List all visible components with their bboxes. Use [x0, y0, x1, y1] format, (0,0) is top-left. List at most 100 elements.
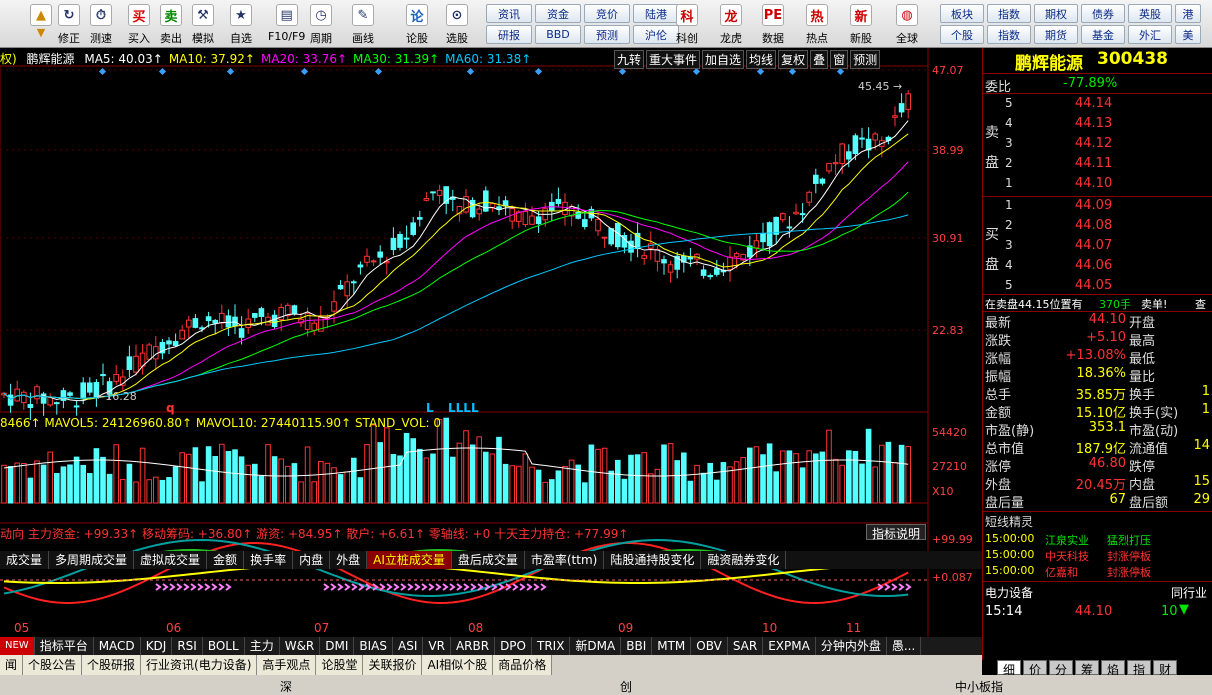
dragon-button[interactable]: 龙龙虎 — [720, 2, 742, 46]
same-industry-button[interactable]: 同行业 — [1171, 584, 1207, 601]
quick-1-0-button[interactable]: 研报 — [486, 25, 532, 44]
sim-button[interactable]: ⚒ 模拟 — [192, 2, 214, 46]
vol-tab-1[interactable]: 多周期成交量 — [49, 551, 135, 569]
quote-tab-6[interactable]: 财 — [1153, 660, 1177, 677]
market-0-2-button[interactable]: 期权 — [1034, 4, 1078, 23]
ind-tab-20[interactable]: EXPMA — [763, 637, 816, 655]
info-tab-6[interactable]: 关联报价 — [363, 655, 423, 675]
market-1-4-button[interactable]: 外汇 — [1128, 25, 1172, 44]
info-tab-5[interactable]: 论股堂 — [316, 655, 364, 675]
cycle-button[interactable]: ◷ 周期 — [310, 2, 332, 46]
quick-0-3-button[interactable]: 陆港 — [633, 4, 679, 23]
ind-tab-7[interactable]: W&R — [280, 637, 321, 655]
vol-tab-9[interactable]: 市盈率(ttm) — [525, 551, 605, 569]
ind-tab-8[interactable]: DMI — [320, 637, 355, 655]
vol-tab-5[interactable]: 内盘 — [293, 551, 331, 569]
quick-0-0-button[interactable]: 资讯 — [486, 4, 532, 23]
event-marker[interactable] — [158, 67, 167, 76]
quick-1-3-button[interactable]: 沪伦 — [633, 25, 679, 44]
ind-tab-4[interactable]: RSI — [172, 637, 203, 655]
vol-tab-3[interactable]: 金额 — [207, 551, 245, 569]
notice-query-button[interactable]: 查 — [1195, 296, 1206, 312]
market-0-0-button[interactable]: 板块 — [940, 4, 984, 23]
ind-tab-14[interactable]: TRIX — [532, 637, 571, 655]
ind-tab-16[interactable]: BBI — [621, 637, 653, 655]
draw-button[interactable]: ✎ 画线 — [352, 2, 374, 46]
self-button[interactable]: ★ 自选 — [230, 2, 252, 46]
ind-tab-5[interactable]: BOLL — [203, 637, 245, 655]
info-tab-3[interactable]: 行业资讯(电力设备) — [141, 655, 258, 675]
market-1-5-button[interactable]: 美 — [1175, 25, 1201, 44]
info-tab-2[interactable]: 个股研报 — [82, 655, 142, 675]
ind-tab-9[interactable]: BIAS — [354, 637, 394, 655]
ind-tab-13[interactable]: DPO — [495, 637, 532, 655]
vol-tab-6[interactable]: 外盘 — [330, 551, 368, 569]
header-btn-4[interactable]: 复权 — [778, 50, 809, 69]
info-tab-1[interactable]: 个股公告 — [23, 655, 83, 675]
vol-tab-7[interactable]: AI立桩成交量 — [367, 551, 452, 569]
chart-area[interactable]: 47.07 38.99 30.91 22.83 54420 27210 X10 +99.99 +… — [0, 48, 982, 675]
quote-tab-1[interactable]: 价 — [1023, 660, 1047, 677]
indicator-help-button[interactable]: 指标说明 — [866, 524, 926, 541]
quick-1-2-button[interactable]: 预测 — [584, 25, 630, 44]
quote-tab-5[interactable]: 指 — [1127, 660, 1151, 677]
vol-tab-0[interactable]: 成交量 — [0, 551, 50, 569]
ind-tab-15[interactable]: 新DMA — [570, 637, 622, 655]
quote-tab-2[interactable]: 分 — [1049, 660, 1073, 677]
event-marker[interactable] — [300, 67, 309, 76]
vol-tab-2[interactable]: 虚拟成交量 — [134, 551, 208, 569]
event-marker[interactable] — [836, 67, 845, 76]
market-1-1-button[interactable]: 指数 — [987, 25, 1031, 44]
ind-tab-18[interactable]: OBV — [691, 637, 728, 655]
event-marker[interactable] — [98, 67, 107, 76]
tech-button[interactable]: 科科创 — [676, 2, 698, 46]
quick-1-1-button[interactable]: BBD — [535, 25, 581, 44]
discuss-button[interactable]: 论论股 — [406, 2, 428, 46]
header-btn-7[interactable]: 预测 — [850, 50, 881, 69]
ind-tab-6[interactable]: 主力 — [245, 637, 280, 655]
market-0-1-button[interactable]: 指数 — [987, 4, 1031, 23]
event-marker[interactable] — [756, 67, 765, 76]
vol-tab-8[interactable]: 盘后成交量 — [452, 551, 525, 569]
header-btn-3[interactable]: 均线 — [746, 50, 777, 69]
globe-button[interactable]: ◍ 全球 — [896, 2, 918, 46]
ind-tab-0[interactable]: NEW — [0, 637, 35, 655]
f10-button[interactable]: ▤ F10/F9 — [268, 2, 305, 46]
ind-tab-2[interactable]: MACD — [94, 637, 141, 655]
event-marker[interactable] — [692, 67, 701, 76]
event-marker[interactable] — [618, 67, 627, 76]
newstock-button[interactable]: 新新股 — [850, 2, 872, 46]
ind-tab-19[interactable]: SAR — [728, 637, 764, 655]
market-0-4-button[interactable]: 英股 — [1128, 4, 1172, 23]
event-marker[interactable] — [226, 67, 235, 76]
header-btn-1[interactable]: 重大事件 — [646, 50, 701, 69]
event-marker[interactable] — [374, 67, 383, 76]
data-button[interactable]: PE 数据 — [762, 2, 784, 46]
event-marker[interactable] — [788, 67, 797, 76]
hot-button[interactable]: 热热点 — [806, 2, 828, 46]
ind-tab-12[interactable]: ARBR — [451, 637, 496, 655]
info-tab-7[interactable]: AI相似个股 — [422, 655, 494, 675]
info-tab-4[interactable]: 高手观点 — [257, 655, 317, 675]
vol-tab-11[interactable]: 融资融券变化 — [701, 551, 787, 569]
info-tab-0[interactable]: 闻 — [0, 655, 24, 675]
quote-tab-3[interactable]: 筹 — [1075, 660, 1099, 677]
market-1-2-button[interactable]: 期货 — [1034, 25, 1078, 44]
quote-tab-0[interactable]: 细 — [997, 660, 1021, 677]
fix-button[interactable]: ↻ 修正 — [58, 2, 80, 46]
header-btn-6[interactable]: 窗 — [830, 50, 849, 69]
buy-button[interactable]: 买买入 — [128, 2, 150, 46]
sell-button[interactable]: 卖卖出 — [160, 2, 182, 46]
market-1-0-button[interactable]: 个股 — [940, 25, 984, 44]
ind-tab-3[interactable]: KDJ — [141, 637, 173, 655]
ind-tab-1[interactable]: 指标平台 — [35, 637, 94, 655]
quick-0-1-button[interactable]: 资金 — [535, 4, 581, 23]
pick-button[interactable]: ⊙ 选股 — [446, 2, 468, 46]
ind-tab-11[interactable]: VR — [423, 637, 451, 655]
rec-button[interactable]: ⏱ 测速 — [90, 2, 112, 46]
header-btn-0[interactable]: 九转 — [614, 50, 645, 69]
ind-tab-17[interactable]: MTM — [652, 637, 692, 655]
market-1-3-button[interactable]: 基金 — [1081, 25, 1125, 44]
header-btn-2[interactable]: 加自选 — [702, 50, 745, 69]
info-tab-8[interactable]: 商品价格 — [493, 655, 553, 675]
